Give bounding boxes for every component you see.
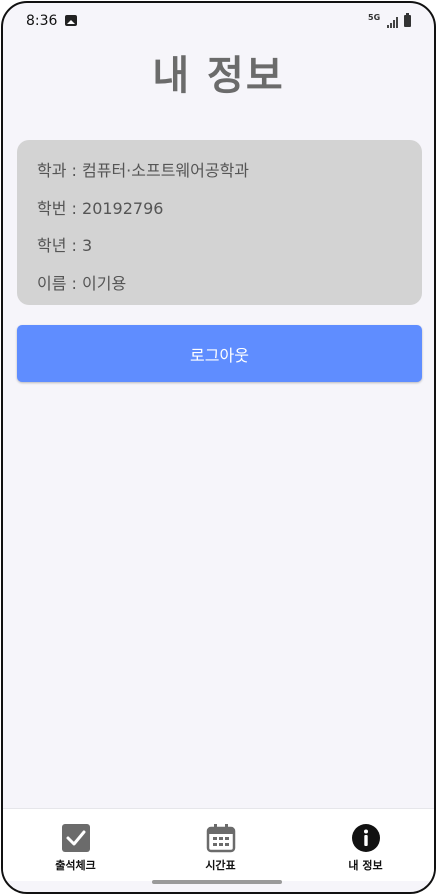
calendar-icon — [206, 823, 236, 853]
grade-row: 학년 : 3 — [37, 232, 92, 256]
check-icon — [61, 823, 91, 853]
info-icon — [351, 823, 381, 853]
name-label: 이름 — [37, 274, 67, 293]
nav-timetable[interactable]: 시간표 — [148, 809, 293, 881]
bottom-nav: 출석체크 시간표 내 정보 — [3, 808, 434, 881]
grade-value: 3 — [82, 236, 93, 255]
info-card: 학과 : 컴퓨터·소프트웨어공학과 학번 : 20192796 학년 : 3 이… — [17, 140, 422, 305]
home-indicator[interactable] — [152, 880, 282, 884]
department-label: 학과 — [37, 161, 67, 180]
nav-attendance-label: 출석체크 — [55, 859, 96, 872]
student-id-value: 20192796 — [82, 199, 164, 218]
status-bar: 8:36 5G — [3, 3, 434, 39]
phone-screen: 8:36 5G 내 정보 학과 : 컴퓨터·소프트웨어공학과 학번 : 2019… — [1, 1, 436, 894]
department-value: 컴퓨터·소프트웨어공학과 — [82, 161, 250, 180]
gallery-icon — [65, 15, 77, 26]
battery-icon — [404, 13, 411, 27]
name-row: 이름 : 이기용 — [37, 270, 126, 294]
separator: : — [66, 236, 83, 255]
logout-button[interactable]: 로그아웃 — [17, 325, 422, 382]
nav-timetable-label: 시간표 — [205, 859, 236, 872]
status-time: 8:36 — [26, 13, 58, 29]
separator: : — [66, 199, 83, 218]
nav-my-info[interactable]: 내 정보 — [293, 809, 434, 881]
name-value: 이기용 — [82, 274, 127, 293]
grade-label: 학년 — [37, 236, 67, 255]
separator: : — [66, 274, 83, 293]
separator: : — [66, 161, 83, 180]
nav-my-info-label: 내 정보 — [348, 859, 383, 872]
nav-attendance[interactable]: 출석체크 — [3, 809, 148, 881]
student-id-label: 학번 — [37, 199, 67, 218]
student-id-row: 학번 : 20192796 — [37, 195, 163, 219]
page-title: 내 정보 — [152, 53, 285, 99]
network-type-icon: 5G — [368, 13, 381, 22]
signal-icon — [387, 16, 401, 28]
department-row: 학과 : 컴퓨터·소프트웨어공학과 — [37, 157, 249, 181]
